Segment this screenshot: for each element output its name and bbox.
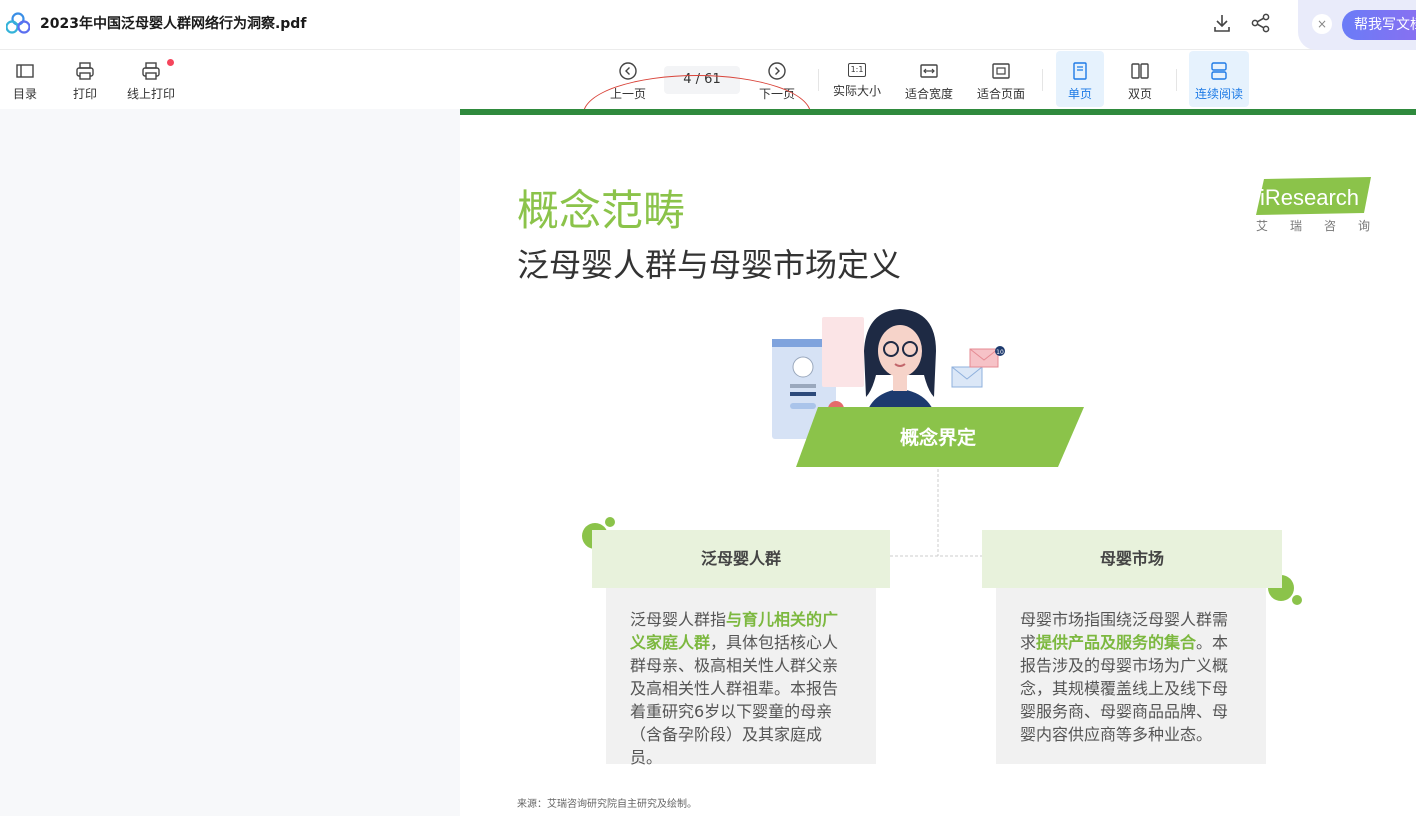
card-right-highlight: 提供产品及服务的集合 xyxy=(1036,633,1197,652)
actual-size-button[interactable]: 1:1 实际大小 xyxy=(830,51,884,107)
card-right-body: 母婴市场指围绕泛母婴人群需求提供产品及服务的集合。本报告涉及的母婴市场为广义概念… xyxy=(996,588,1266,764)
iresearch-logo: iResearch xyxy=(1256,177,1371,215)
logo-subtitle: 艾瑞咨询 xyxy=(1256,219,1393,233)
print-button[interactable]: 打印 xyxy=(65,51,105,107)
fit-width-icon xyxy=(920,64,938,78)
online-print-button[interactable]: 线上打印 xyxy=(124,51,178,107)
printer-icon xyxy=(76,62,94,80)
source-note: 来源：艾瑞咨询研究院自主研究及绘制。 xyxy=(517,799,697,810)
next-page-label: 下一页 xyxy=(758,87,795,101)
fit-width-label: 适合宽度 xyxy=(904,87,953,101)
profile-line xyxy=(790,384,816,388)
ai-write-button[interactable]: 帮我写文档 xyxy=(1342,10,1416,40)
print-label: 打印 xyxy=(72,87,97,101)
mail-badge-count: 10 xyxy=(996,349,1004,356)
fit-page-label: 适合页面 xyxy=(976,87,1025,101)
double-page-label: 双页 xyxy=(1127,87,1152,101)
fit-page-icon xyxy=(992,63,1010,79)
app-logo-icon xyxy=(6,12,30,34)
ai-close-button[interactable]: × xyxy=(1312,14,1332,34)
total-pages: / 61 xyxy=(695,72,721,87)
online-print-label: 线上打印 xyxy=(126,87,175,101)
card-left-body: 泛母婴人群指与育儿相关的广义家庭人群，具体包括核心人群母亲、极高相关性人群父亲及… xyxy=(606,588,876,767)
profile-line xyxy=(790,392,816,396)
toolbar: 目录 打印 线上打印 上一页 4 / 61 下一页 1:1 实际大小 适合宽度 … xyxy=(0,51,1416,153)
title-bar: 2023年中国泛母婴人群网络行为洞察.pdf × 帮我写文档 xyxy=(0,0,1416,50)
prev-page-button[interactable]: 上一页 xyxy=(608,51,648,107)
decor-dot xyxy=(1292,595,1302,605)
card-right-heading: 母婴市场 xyxy=(982,530,1282,588)
card-left-text: ，具体包括核心人群母亲、极高相关性人群父亲及高相关性人群祖辈。本报告着重研究6岁… xyxy=(630,633,839,767)
decor-dot xyxy=(605,517,615,527)
fit-width-button[interactable]: 适合宽度 xyxy=(902,51,956,107)
share-icon[interactable] xyxy=(1250,12,1272,34)
next-page-button[interactable]: 下一页 xyxy=(757,51,797,107)
page-subtitle: 泛母婴人群与母婴市场定义 xyxy=(517,246,902,284)
continuous-read-button[interactable]: 连续阅读 xyxy=(1189,51,1249,107)
continuous-read-label: 连续阅读 xyxy=(1194,87,1243,101)
toolbar-divider xyxy=(818,69,819,91)
continuous-read-icon xyxy=(1211,62,1227,80)
page-title: 概念范畴 xyxy=(517,186,686,235)
single-page-label: 单页 xyxy=(1067,87,1092,101)
toc-button[interactable]: 目录 xyxy=(5,51,45,107)
pdf-page: 概念范畴 泛母婴人群与母婴市场定义 iResearch 艾瑞咨询 10 概念界定 xyxy=(460,109,1416,816)
toc-label: 目录 xyxy=(12,87,37,101)
chevron-right-circle-icon xyxy=(768,62,786,80)
sidebar-panel xyxy=(0,109,460,816)
current-page: 4 xyxy=(683,72,692,87)
single-page-icon xyxy=(1073,62,1087,80)
download-icon[interactable] xyxy=(1211,12,1233,34)
double-page-icon xyxy=(1131,63,1149,79)
toolbar-divider xyxy=(1042,69,1043,91)
toolbar-divider xyxy=(1176,69,1177,91)
logo-text: iResearch xyxy=(1260,185,1359,210)
page-header-bar xyxy=(460,109,1416,115)
prev-page-label: 上一页 xyxy=(609,87,646,101)
user-avatar-icon xyxy=(792,356,814,378)
actual-size-label: 实际大小 xyxy=(832,84,881,98)
connector-lines xyxy=(890,469,982,557)
list-card-shape xyxy=(822,317,864,387)
single-page-button[interactable]: 单页 xyxy=(1056,51,1104,107)
actual-size-icon: 1:1 xyxy=(848,63,866,77)
online-printer-icon xyxy=(142,62,160,80)
toc-icon xyxy=(16,64,34,78)
chevron-left-circle-icon xyxy=(619,62,637,80)
document-title: 2023年中国泛母婴人群网络行为洞察.pdf xyxy=(40,16,307,32)
card-left-heading: 泛母婴人群 xyxy=(592,530,890,588)
notification-dot xyxy=(167,59,174,66)
concept-label: 概念界定 xyxy=(899,427,976,449)
fit-page-button[interactable]: 适合页面 xyxy=(974,51,1028,107)
card-left-text: 泛母婴人群指 xyxy=(630,610,727,629)
double-page-button[interactable]: 双页 xyxy=(1116,51,1164,107)
page-number-input[interactable]: 4 / 61 xyxy=(664,66,740,94)
